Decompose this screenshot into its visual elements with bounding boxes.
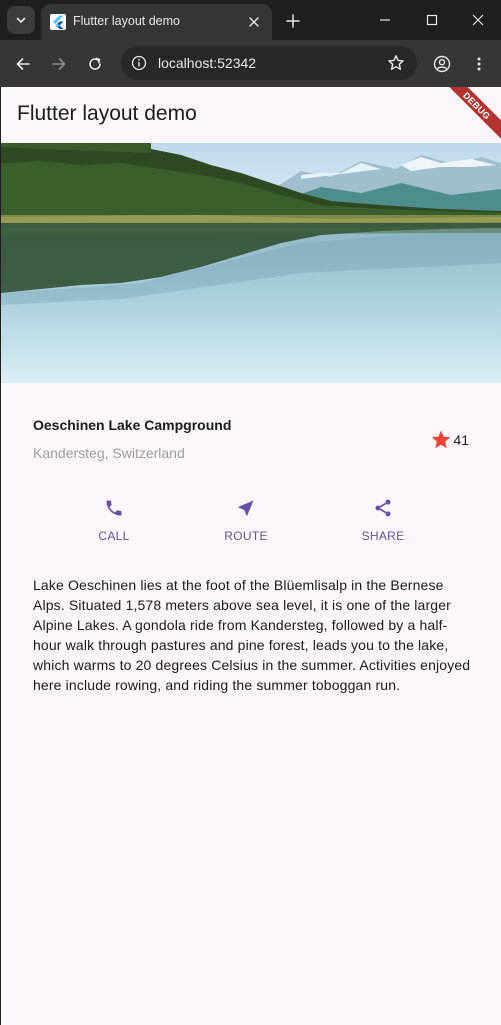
browser-tab[interactable]: Flutter layout demo [41, 4, 272, 40]
back-button[interactable] [9, 50, 37, 78]
app-bar-title: Flutter layout demo [17, 102, 197, 125]
route-label: ROUTE [224, 529, 268, 543]
description-text: Lake Oeschinen lies at the foot of the B… [33, 577, 471, 693]
profile-icon [433, 55, 451, 73]
minimize-button[interactable] [370, 6, 400, 34]
rating-count: 41 [453, 432, 469, 448]
chevron-down-icon [16, 17, 26, 23]
share-icon [372, 497, 394, 519]
star-icon[interactable] [430, 429, 452, 451]
close-window-icon [472, 14, 484, 26]
bookmark-star-icon[interactable] [386, 53, 406, 73]
plus-icon [286, 14, 300, 28]
minimize-icon [380, 19, 390, 21]
share-button[interactable]: SHARE [348, 497, 418, 547]
place-name: Oeschinen Lake Campground [33, 417, 232, 433]
rating[interactable]: 41 [430, 429, 469, 451]
back-arrow-icon [16, 58, 30, 70]
browser-toolbar: localhost:52342 [0, 40, 501, 87]
reload-button[interactable] [81, 50, 109, 78]
address-bar[interactable]: localhost:52342 [121, 46, 417, 80]
phone-icon [103, 497, 125, 519]
browser-tab-bar: Flutter layout demo [0, 0, 501, 40]
flutter-logo-icon [50, 14, 66, 30]
title-section: Oeschinen Lake Campground Kandersteg, Sw… [33, 417, 469, 467]
maximize-icon [426, 14, 438, 26]
profile-button[interactable] [428, 50, 456, 78]
debug-banner-label: DEBUG [461, 89, 493, 122]
maximize-button[interactable] [417, 6, 447, 34]
browser-menu-button[interactable] [465, 50, 493, 78]
debug-banner: DEBUG [434, 87, 501, 149]
lake-photo [1, 143, 501, 383]
url-text[interactable]: localhost:52342 [158, 55, 256, 71]
forward-arrow-icon [52, 58, 66, 70]
close-window-button[interactable] [463, 6, 493, 34]
tab-close-button[interactable] [245, 13, 263, 31]
call-button[interactable]: CALL [79, 497, 149, 547]
kebab-menu-icon [477, 57, 481, 71]
tab-title: Flutter layout demo [73, 14, 180, 28]
call-label: CALL [98, 529, 130, 543]
route-button[interactable]: ROUTE [211, 497, 281, 547]
forward-button[interactable] [45, 50, 73, 78]
navigation-icon [235, 497, 257, 519]
new-tab-button[interactable] [281, 9, 305, 33]
close-icon [249, 17, 259, 27]
place-location: Kandersteg, Switzerland [33, 445, 185, 461]
reload-icon [89, 57, 101, 70]
tab-list-button[interactable] [7, 6, 35, 34]
site-info-icon[interactable] [130, 54, 148, 72]
app-viewport: Flutter layout demo DEBUG Oeschinen Lake… [1, 87, 501, 1025]
share-label: SHARE [361, 529, 405, 543]
